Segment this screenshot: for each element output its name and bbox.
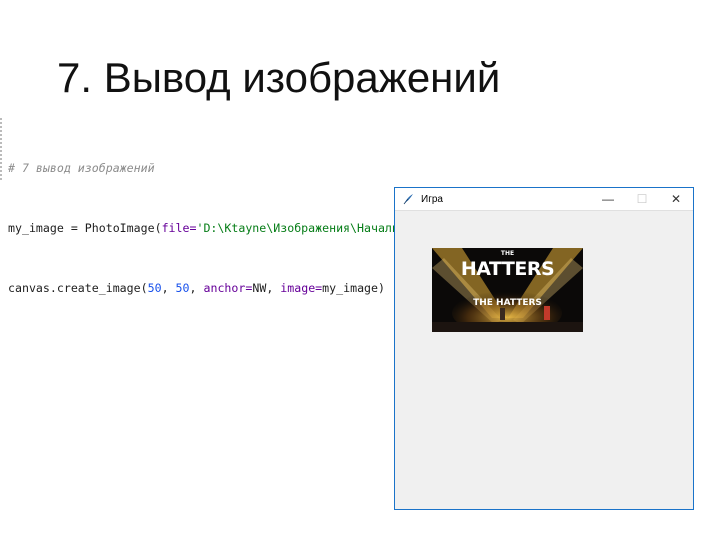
code-token: NW, — [252, 281, 281, 295]
code-number: 50 — [147, 281, 162, 295]
close-button[interactable]: ✕ — [659, 188, 693, 210]
code-token: canvas.create_image( — [8, 281, 148, 295]
code-token: my_image) — [322, 281, 385, 295]
code-line-1: # 7 вывод изображений — [8, 158, 720, 178]
image-caption-main: HATTERS — [460, 258, 555, 280]
editor-gutter — [0, 118, 6, 180]
code-token: , — [189, 281, 204, 295]
window-titlebar[interactable]: Игра — ☐ ✕ — [395, 188, 693, 211]
slide-title: 7. Вывод изображений — [57, 54, 501, 101]
image-stage-sign: THE HATTERS — [473, 298, 542, 308]
code-comment: # 7 вывод изображений — [8, 161, 155, 175]
code-keyword: image= — [280, 281, 323, 295]
maximize-button[interactable]: ☐ — [625, 188, 659, 210]
code-token: my_image = PhotoImage( — [8, 221, 162, 235]
code-token: , — [161, 281, 176, 295]
hatters-image: THE HATTERS THE HATTERS — [432, 248, 583, 332]
code-number: 50 — [175, 281, 190, 295]
tk-feather-icon — [403, 194, 413, 205]
tk-canvas[interactable]: THE HATTERS THE HATTERS — [395, 210, 693, 509]
minimize-button[interactable]: — — [591, 188, 625, 210]
tk-window: Игра — ☐ ✕ THE HATTERS THE HATTERS — [394, 187, 694, 510]
code-keyword: file= — [161, 221, 197, 235]
image-caption-small: THE — [500, 250, 515, 257]
code-keyword: anchor= — [203, 281, 253, 295]
window-title: Игра — [421, 193, 443, 205]
